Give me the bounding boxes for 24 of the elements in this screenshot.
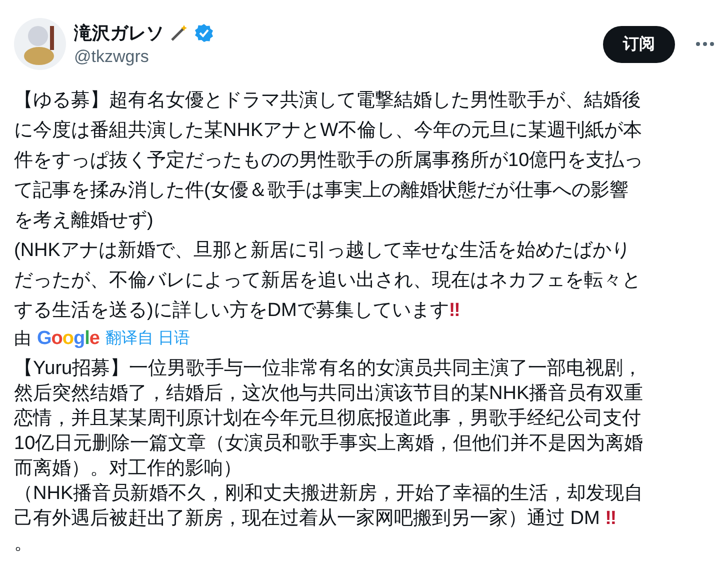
magic-wand-icon [169, 23, 189, 43]
translated-by-label: 由 [14, 328, 31, 350]
author-name[interactable]: 滝沢ガレソ [74, 21, 164, 45]
text-line: 【Yuru招募】一位男歌手与一位非常有名的女演员共同主演了一部电视剧， [14, 357, 644, 381]
text-line: 。 [14, 532, 34, 556]
avatar[interactable] [14, 18, 66, 70]
text-line: 己有外遇后被赶出了新房，现在过着从一家网吧搬到另一家）通过 DM ‼ [14, 506, 618, 531]
text-line: 10亿日元删除一篇文章（女演员和歌手事实上离婚，但他们并不是因为离婚 [14, 432, 644, 456]
text-line: を考え離婚せず) [14, 209, 154, 233]
text-line: て記事を揉み消した件(女優＆歌手は事実上の離婚状態だが仕事への影響 [14, 179, 630, 203]
author-handle[interactable]: @tkzwgrs [74, 47, 595, 67]
text-line: 【ゆる募】超有名女優とドラマ共演して電撃結婚した男性歌手が、結婚後 [14, 89, 642, 113]
text-line: (NHKアナは新婚で、旦那と新居に引っ越して幸せな生活を始めたばかり [14, 239, 632, 263]
text-line: （NHK播音员新婚不久，刚和丈夫搬进新房，开始了幸福的生活，却发现自 [14, 482, 644, 506]
text-line: 而离婚）。对工作的影响） [14, 457, 243, 481]
text-line: する生活を送る)に詳しい方をDMで募集しています‼ [14, 299, 462, 323]
text-line: に今度は番組共演した某NHKアナとW不倫し、今年の元旦に某週刊紙が本 [14, 119, 644, 143]
google-logo: Google [37, 327, 100, 351]
subscribe-button[interactable]: 订阅 [603, 26, 675, 62]
text-line: 然后突然结婚了，结婚后，这次他与共同出演该节目的某NHK播音员有双重 [14, 382, 644, 406]
text-line: 恋情，并且某某周刊原计划在今年元旦彻底报道此事，男歌手经纪公司支付 [14, 407, 642, 431]
text-line: だったが、不倫バレによって新居を追い出され、現在はネカフェを転々と [14, 269, 642, 293]
more-icon[interactable] [695, 41, 715, 47]
text-line: 件をすっぱ抜く予定だったものの男性歌手の所属事務所が10億円を支払っ [14, 149, 644, 173]
